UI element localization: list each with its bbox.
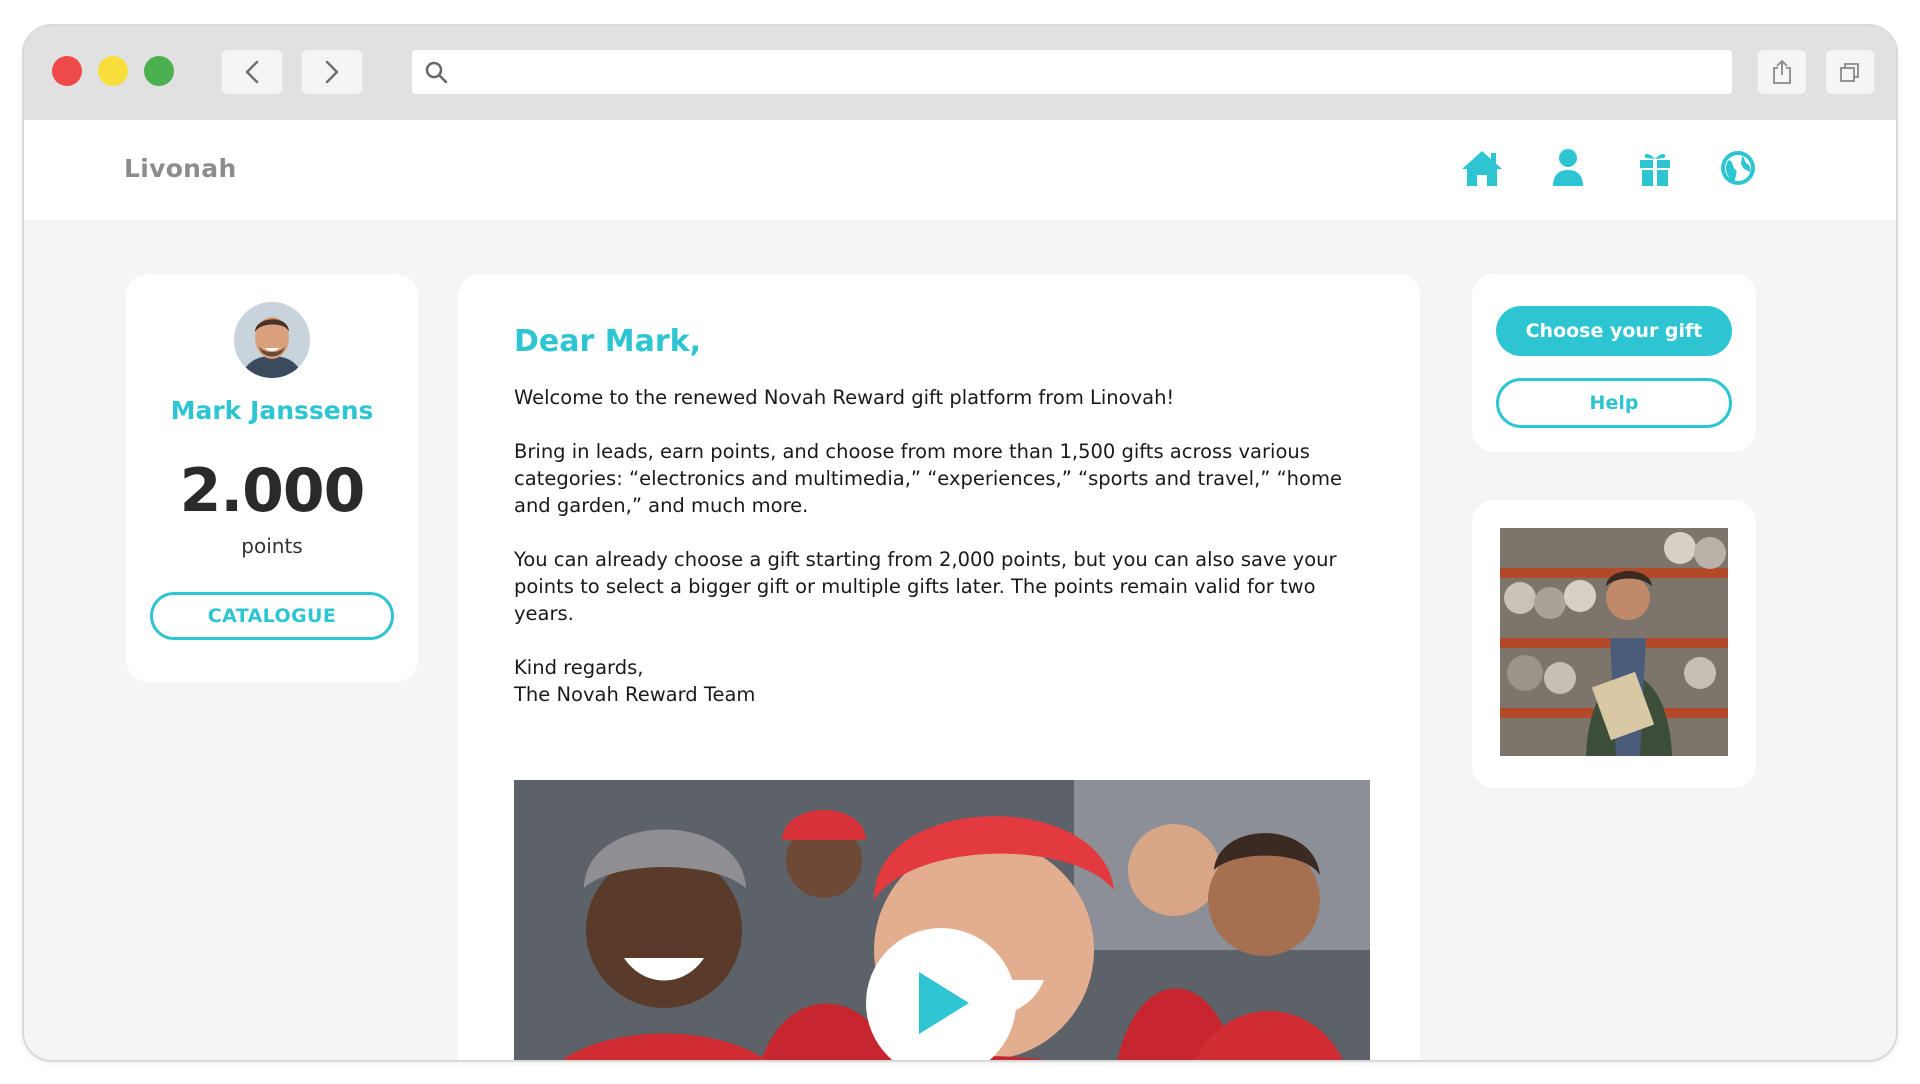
- profile-card: Mark Janssens 2.000 points CATALOGUE: [126, 274, 418, 682]
- address-bar[interactable]: [412, 50, 1732, 94]
- message-signature: The Novah Reward Team: [514, 683, 756, 706]
- chevron-right-icon: [325, 60, 339, 84]
- message-closing: Kind regards,: [514, 656, 644, 679]
- actions-card: Choose your gift Help: [1472, 274, 1756, 452]
- avatar[interactable]: [234, 302, 310, 378]
- nav-home[interactable]: [1460, 146, 1504, 190]
- catalogue-button[interactable]: CATALOGUE: [150, 592, 394, 640]
- nav-profile[interactable]: [1546, 146, 1590, 190]
- promo-photo-card: [1472, 500, 1756, 788]
- user-icon: [1553, 149, 1583, 186]
- choose-gift-button[interactable]: Choose your gift: [1496, 306, 1732, 356]
- forward-button[interactable]: [302, 50, 362, 94]
- greeting-heading: Dear Mark,: [514, 324, 701, 359]
- points-balance: 2.000: [179, 456, 366, 526]
- help-button[interactable]: Help: [1496, 378, 1732, 428]
- globe-icon: [1721, 151, 1755, 185]
- nav-gifts[interactable]: [1633, 146, 1677, 190]
- close-window-button[interactable]: [52, 56, 82, 86]
- gift-icon: [1640, 153, 1670, 186]
- chevron-left-icon: [245, 60, 259, 84]
- points-label: points: [241, 534, 303, 558]
- share-button[interactable]: [1758, 50, 1806, 94]
- back-button[interactable]: [222, 50, 282, 94]
- tabs-icon: [1840, 63, 1859, 82]
- maximize-window-button[interactable]: [144, 56, 174, 86]
- welcome-message-card: Dear Mark, Welcome to the renewed Novah …: [458, 274, 1420, 1060]
- play-icon: [919, 972, 969, 1034]
- tabs-button[interactable]: [1826, 50, 1874, 94]
- warehouse-worker-image: [1500, 528, 1728, 756]
- message-paragraph: Bring in leads, earn points, and choose …: [514, 440, 1342, 517]
- profile-name: Mark Janssens: [170, 396, 374, 425]
- nav-language[interactable]: [1716, 146, 1760, 190]
- message-body: Welcome to the renewed Novah Reward gift…: [514, 384, 1374, 708]
- message-paragraph: You can already choose a gift starting f…: [514, 548, 1337, 625]
- avatar-photo: [234, 302, 310, 378]
- home-icon: [1462, 151, 1502, 186]
- search-icon: [425, 61, 448, 84]
- browser-toolbar: [24, 26, 1896, 120]
- browser-window: Livonah Mark Janssens 2.000 points CATAL…: [22, 24, 1898, 1062]
- minimize-window-button[interactable]: [98, 56, 128, 86]
- share-icon: [1773, 59, 1791, 84]
- site-logo[interactable]: Livonah: [124, 154, 237, 183]
- video-player[interactable]: [514, 780, 1370, 1060]
- message-paragraph: Welcome to the renewed Novah Reward gift…: [514, 386, 1175, 409]
- site-header: Livonah: [24, 120, 1896, 220]
